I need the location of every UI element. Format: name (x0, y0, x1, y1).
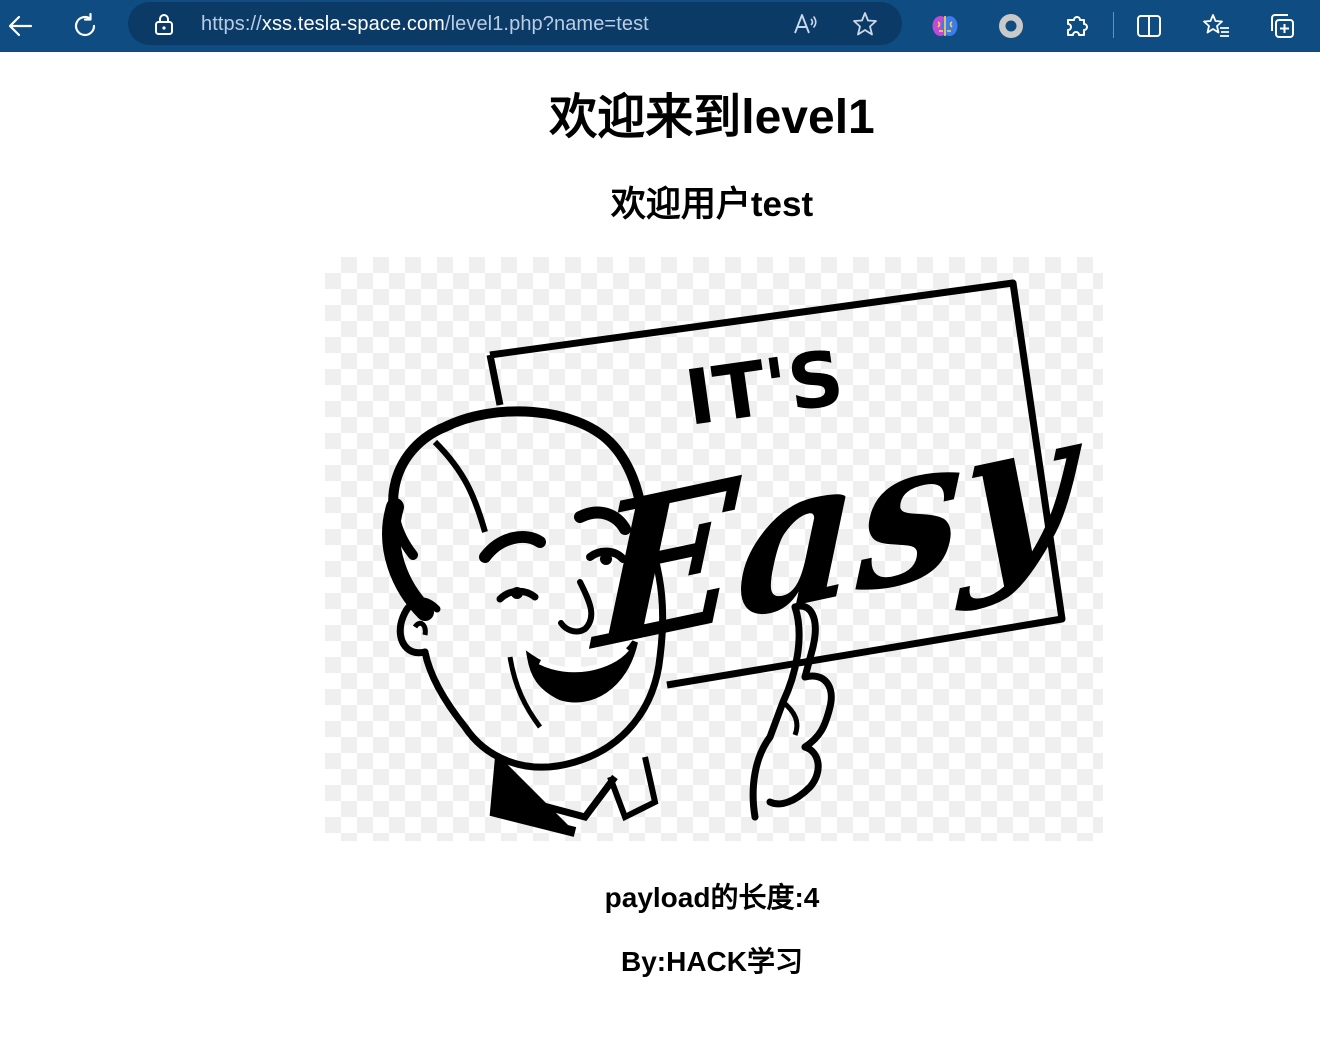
record-circle-icon (999, 14, 1023, 38)
page-content: 欢迎来到level1 欢迎用户test IT'S Easy payload的长度… (0, 52, 1320, 1057)
refresh-button[interactable] (65, 6, 105, 46)
back-arrow-icon (8, 15, 33, 37)
page-title: 欢迎来到level1 (549, 91, 875, 144)
split-screen-icon (1137, 15, 1161, 37)
url-text[interactable]: https://xss.tesla-space.com/level1.php?n… (201, 13, 649, 36)
browser-toolbar: https://xss.tesla-space.com/level1.php?n… (0, 0, 1320, 52)
refresh-icon (74, 12, 96, 37)
welcome-heading: 欢迎用户test (610, 185, 814, 224)
collections-button[interactable] (1262, 6, 1302, 46)
url-path: /level1.php?name=test (444, 13, 649, 35)
extensions-button[interactable] (1057, 6, 1097, 46)
address-bar[interactable]: https://xss.tesla-space.com/level1.php?n… (128, 2, 902, 45)
copilot-button[interactable] (925, 6, 965, 46)
favorites-icon (1203, 14, 1229, 37)
read-aloud-icon (794, 14, 817, 34)
add-favorite-button[interactable] (849, 8, 881, 40)
payload-length-text: payload的长度:4 (604, 882, 820, 913)
favorites-button[interactable] (1196, 6, 1236, 46)
read-aloud-button[interactable] (789, 8, 821, 40)
its-easy-illustration: IT'S Easy (382, 279, 1086, 837)
collections-icon (1271, 14, 1294, 38)
byline-text: By:HACK学习 (620, 946, 803, 977)
record-button[interactable] (991, 6, 1031, 46)
url-host: xss.tesla-space.com (261, 13, 445, 35)
favorite-star-icon (853, 12, 877, 36)
lock-icon (155, 14, 173, 35)
site-info-button[interactable] (152, 12, 176, 41)
its-easy-image: IT'S Easy (325, 257, 1103, 841)
back-button[interactable] (0, 6, 40, 46)
toolbar-divider (1113, 12, 1114, 38)
extensions-icon (1067, 16, 1088, 36)
copilot-brain-icon (932, 16, 958, 36)
url-scheme: https:// (201, 13, 262, 35)
split-screen-button[interactable] (1129, 6, 1169, 46)
